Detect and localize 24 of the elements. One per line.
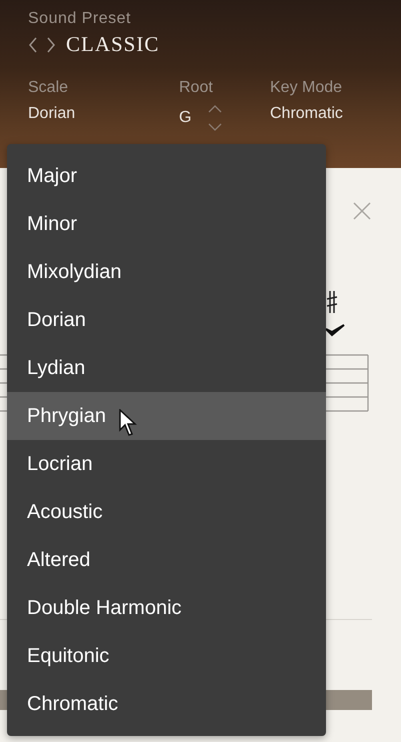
- field-value[interactable]: Dorian: [28, 105, 76, 123]
- field-label: Key Mode: [270, 79, 344, 97]
- previous-icon[interactable]: [28, 36, 38, 54]
- menu-item[interactable]: Double Harmonic: [7, 584, 326, 632]
- menu-item[interactable]: Minor: [7, 200, 326, 248]
- menu-item[interactable]: Altered: [7, 536, 326, 584]
- menu-item[interactable]: Phrygian: [7, 392, 326, 440]
- preset-name: CLASSIC: [66, 32, 160, 57]
- stepper-icon[interactable]: [207, 105, 224, 131]
- field-value[interactable]: G: [179, 109, 192, 127]
- field-value[interactable]: Chromatic: [270, 105, 343, 123]
- field-label: Root: [179, 79, 214, 97]
- menu-item[interactable]: Major: [7, 152, 326, 200]
- menu-item[interactable]: Mixolydian: [7, 248, 326, 296]
- next-icon[interactable]: [46, 36, 56, 54]
- preset-label: Sound Preset: [28, 10, 132, 28]
- cursor-icon: [118, 409, 138, 437]
- field-label: Scale: [28, 79, 70, 97]
- menu-item[interactable]: Locrian: [7, 440, 326, 488]
- menu-item[interactable]: Chromatic: [7, 680, 326, 728]
- menu-item[interactable]: Lydian: [7, 344, 326, 392]
- menu-item[interactable]: Equitonic: [7, 632, 326, 680]
- menu-item[interactable]: Dorian: [7, 296, 326, 344]
- menu-item[interactable]: Acoustic: [7, 488, 326, 536]
